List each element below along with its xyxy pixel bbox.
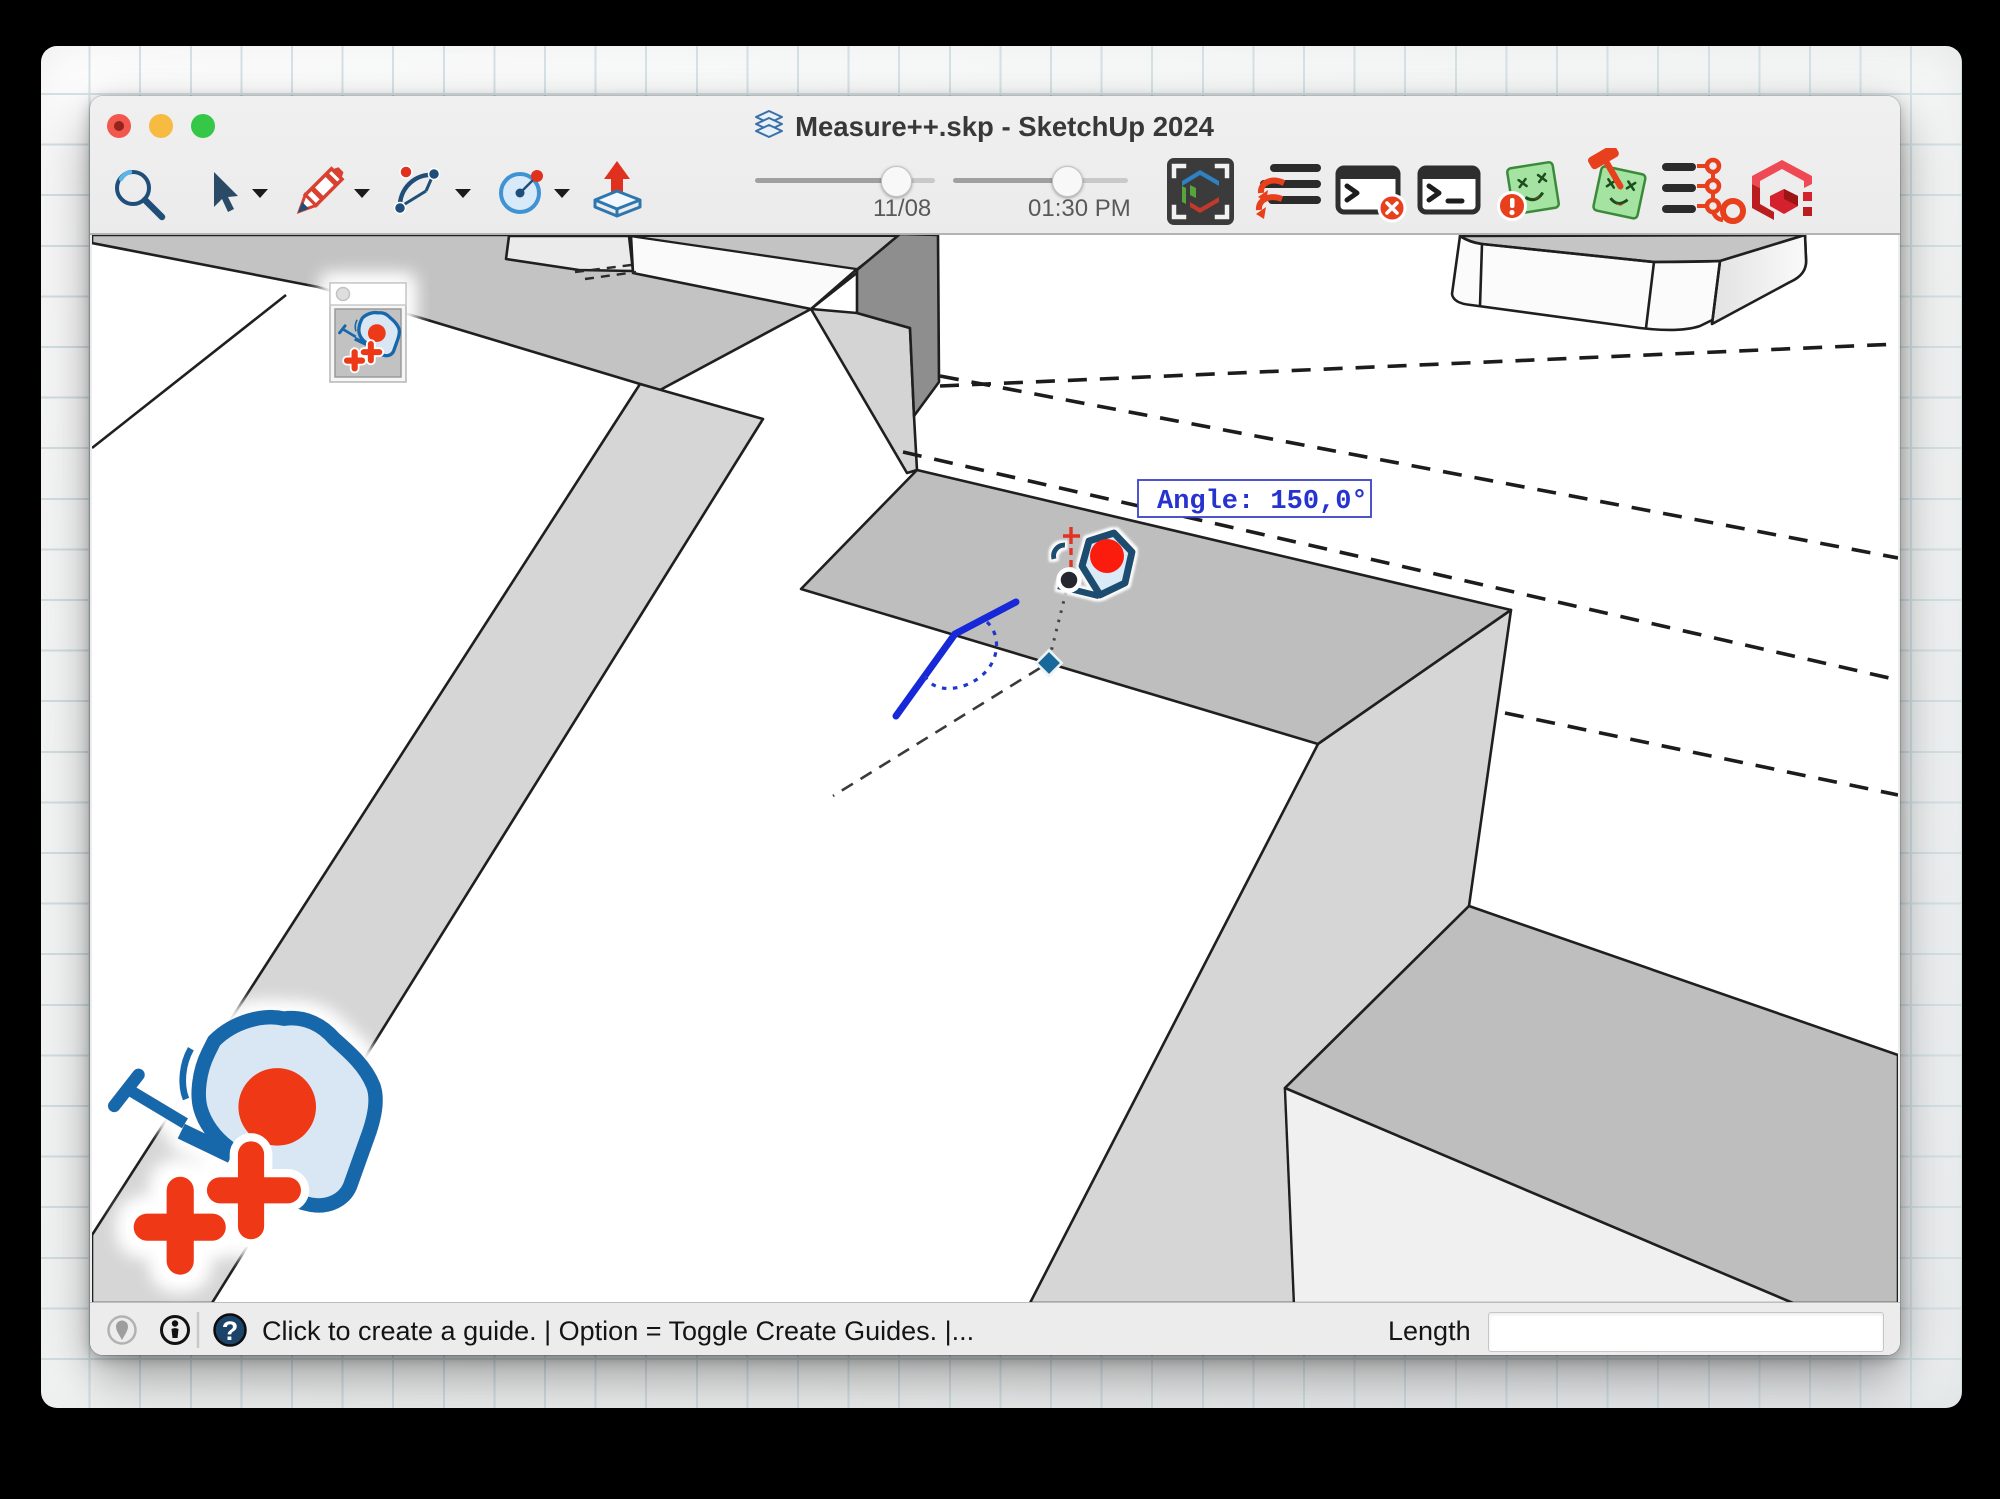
svg-text:Angle: 150,0°: Angle: 150,0° <box>1157 487 1368 517</box>
svg-text:?: ? <box>222 1316 239 1346</box>
